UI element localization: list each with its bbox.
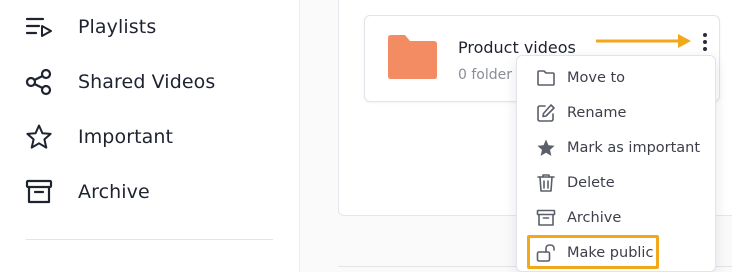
sidebar-divider [26,239,273,240]
menu-item-label: Make public [567,245,654,261]
menu-item-label: Delete [567,175,615,191]
sidebar-item-archive[interactable]: Archive [24,172,284,212]
dot-icon [703,40,707,44]
menu-item-move-to[interactable]: Move to [517,63,715,93]
playlist-icon [24,12,54,42]
folder-icon [385,34,439,84]
menu-item-archive[interactable]: Archive [517,203,715,233]
menu-item-mark-important[interactable]: Mark as important [517,133,715,163]
sidebar-item-label: Archive [78,181,150,203]
star-filled-icon [535,137,557,159]
sidebar-item-shared-videos[interactable]: Shared Videos [24,62,284,102]
sidebar-item-label: Playlists [78,16,157,38]
sidebar-item-important[interactable]: Important [24,117,284,157]
folder-options-menu: Move to Rename Mark as important Delete … [516,55,716,272]
star-icon [24,122,54,152]
archive-icon [535,207,557,229]
menu-item-make-public[interactable]: Make public [517,238,715,268]
trash-icon [535,172,557,194]
sidebar: Playlists Shared Videos Important Archiv… [0,0,300,272]
edit-icon [535,102,557,124]
arrow-annotation-icon [595,31,694,55]
sidebar-item-label: Important [78,126,174,148]
folder-meta: 0 folder [458,67,512,83]
menu-item-label: Move to [567,70,626,86]
menu-item-label: Mark as important [567,140,701,156]
dot-icon [703,33,707,37]
archive-icon [24,177,54,207]
menu-item-label: Archive [567,210,622,226]
menu-item-rename[interactable]: Rename [517,98,715,128]
folder-outline-icon [535,67,557,89]
menu-item-label: Rename [567,105,627,121]
menu-item-delete[interactable]: Delete [517,168,715,198]
sidebar-item-playlists[interactable]: Playlists [24,7,284,47]
dot-icon [703,47,707,51]
share-icon [24,67,54,97]
sidebar-item-label: Shared Videos [78,71,216,93]
more-options-button[interactable] [697,30,713,54]
unlock-icon [535,242,557,264]
